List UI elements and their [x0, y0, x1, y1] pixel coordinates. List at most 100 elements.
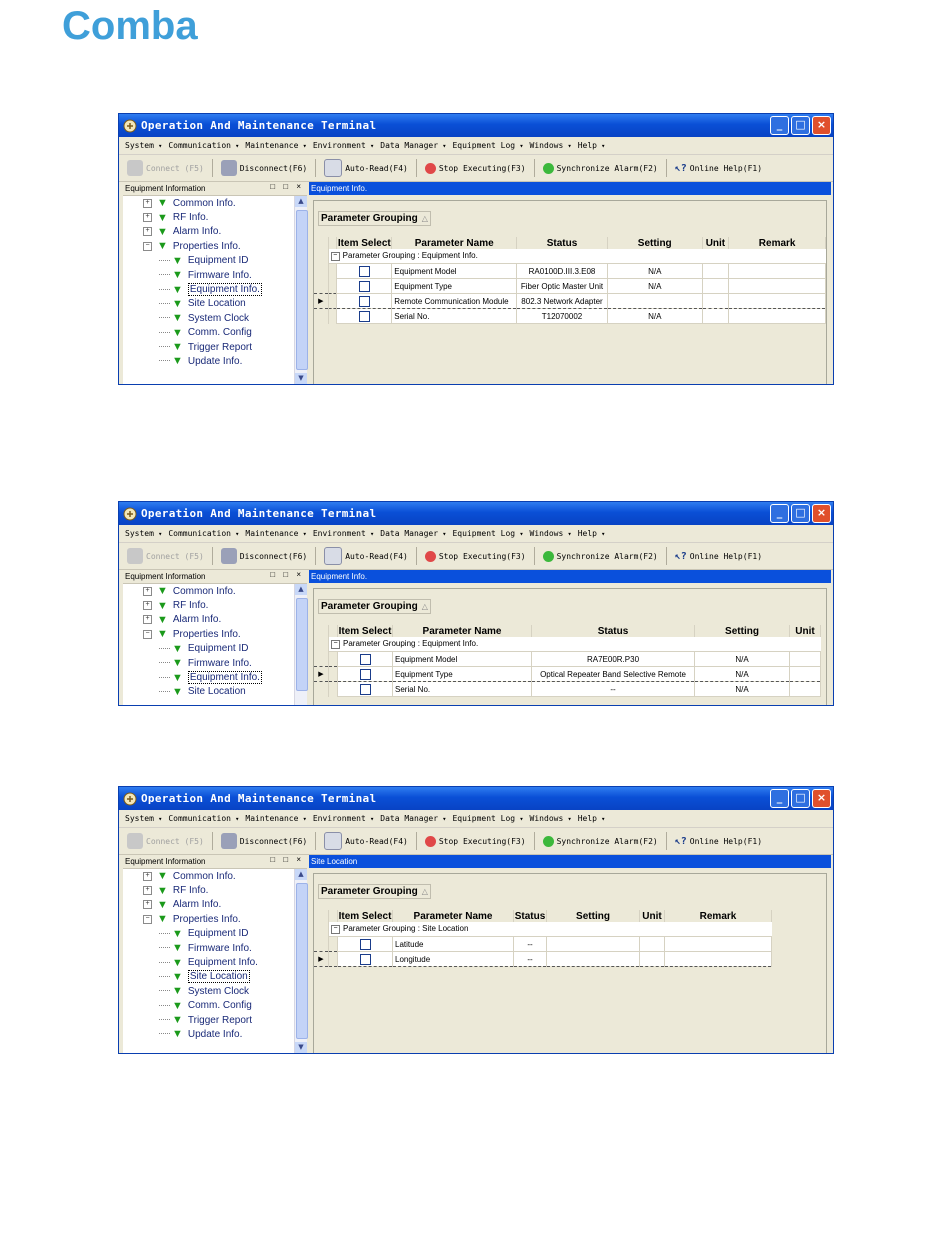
tree-item-equipment-id[interactable]: ▼ Equipment ID	[123, 927, 295, 941]
scroll-thumb[interactable]	[296, 210, 308, 370]
table-row[interactable]: ▶ Equipment Type Optical Repeater Band Se…	[314, 666, 821, 682]
table-row[interactable]: Equipment Model RA0100D.III.3.E08 N/A	[314, 263, 826, 279]
collapse-icon[interactable]: −	[143, 629, 152, 639]
col-parameter-name[interactable]: Parameter Name	[392, 625, 532, 637]
tree-item-alarm-info[interactable]: + ▼ Alarm Info.	[123, 225, 295, 239]
expand-icon[interactable]: +	[143, 871, 152, 881]
col-status[interactable]: Status	[516, 237, 608, 249]
menu-system[interactable]: System	[125, 529, 162, 538]
menu-environment[interactable]: Environment	[313, 141, 374, 150]
tree-scrollbar[interactable]: ▲	[294, 584, 308, 705]
item-checkbox[interactable]	[359, 938, 371, 950]
tree-item-firmware-info[interactable]: ▼ Firmware Info.	[123, 268, 295, 282]
col-status[interactable]: Status	[531, 625, 695, 637]
tree-item-trigger-report[interactable]: ▼ Trigger Report	[123, 1013, 295, 1027]
col-setting[interactable]: Setting	[607, 237, 703, 249]
online-help-button[interactable]: ↖? Online Help(F1)	[675, 836, 762, 847]
tree-item-site-location[interactable]: ▼ Site Location	[123, 297, 295, 311]
tree-item-update-info[interactable]: ▼ Update Info.	[123, 354, 295, 368]
scroll-down-icon[interactable]: ▼	[295, 373, 307, 384]
auto-read-button[interactable]: Auto-Read(F4)	[324, 547, 408, 565]
tree-item-comm-config[interactable]: ▼ Comm. Config	[123, 326, 295, 340]
expand-icon[interactable]: +	[143, 227, 152, 237]
synchronize-alarm-button[interactable]: Synchronize Alarm(F2)	[542, 835, 658, 847]
expand-icon[interactable]: +	[143, 586, 152, 596]
expand-icon[interactable]: +	[143, 213, 152, 223]
tree-item-properties-info[interactable]: − ▼ Properties Info.	[123, 912, 295, 926]
menu-windows[interactable]: Windows	[530, 814, 572, 823]
col-unit[interactable]: Unit	[639, 910, 665, 922]
tree-scrollbar[interactable]: ▲ ▼	[294, 196, 308, 384]
col-item-select[interactable]: Item Select	[337, 910, 393, 922]
col-unit[interactable]: Unit	[702, 237, 730, 249]
synchronize-alarm-button[interactable]: Synchronize Alarm(F2)	[542, 162, 658, 174]
synchronize-alarm-button[interactable]: Synchronize Alarm(F2)	[542, 550, 658, 562]
table-row[interactable]: ▶ Remote Communication Module 802.3 Netwo…	[314, 293, 826, 309]
item-checkbox[interactable]	[359, 668, 371, 680]
item-checkbox[interactable]	[359, 953, 371, 965]
item-checkbox[interactable]	[359, 653, 371, 665]
maximize-button[interactable]: □	[791, 789, 810, 808]
close-button[interactable]: ×	[812, 116, 831, 135]
col-remark[interactable]: Remark	[664, 910, 772, 922]
tree-item-comm-config[interactable]: ▼ Comm. Config	[123, 999, 295, 1013]
collapse-icon[interactable]: −	[330, 251, 340, 261]
col-unit[interactable]: Unit	[789, 625, 821, 637]
tree-item-common-info[interactable]: + ▼ Common Info.	[123, 584, 295, 598]
menu-help[interactable]: Help	[578, 529, 606, 538]
tree-item-update-info[interactable]: ▼ Update Info.	[123, 1027, 295, 1041]
collapse-icon[interactable]: −	[331, 639, 340, 649]
tree-item-site-location[interactable]: ▼ Site Location	[123, 970, 295, 984]
menu-equipment-log[interactable]: Equipment Log	[452, 529, 523, 538]
connect-button[interactable]: Connect (F5)	[127, 548, 204, 564]
tree-item-equipment-id[interactable]: ▼ Equipment ID	[123, 642, 295, 656]
menu-environment[interactable]: Environment	[313, 814, 374, 823]
scroll-up-icon[interactable]: ▲	[295, 869, 307, 880]
col-status[interactable]: Status	[513, 910, 547, 922]
tree-item-equipment-id[interactable]: ▼ Equipment ID	[123, 254, 295, 268]
disconnect-button[interactable]: Disconnect(F6)	[220, 548, 307, 564]
tree-item-properties-info[interactable]: − ▼ Properties Info.	[123, 627, 295, 641]
menu-data-manager[interactable]: Data Manager	[380, 529, 446, 538]
disconnect-button[interactable]: Disconnect(F6)	[220, 833, 307, 849]
stop-executing-button[interactable]: Stop Executing(F3)	[424, 162, 526, 174]
group-by-box[interactable]: Parameter Grouping △	[318, 884, 431, 899]
collapse-icon[interactable]: −	[143, 241, 152, 251]
col-item-select[interactable]: Item Select	[336, 237, 393, 249]
col-setting[interactable]: Setting	[546, 910, 640, 922]
close-button[interactable]: ×	[812, 504, 831, 523]
expand-icon[interactable]: +	[143, 886, 152, 896]
maximize-button[interactable]: □	[791, 504, 810, 523]
item-checkbox[interactable]	[358, 310, 370, 322]
scroll-down-icon[interactable]: ▼	[295, 1042, 307, 1053]
tree-item-properties-info[interactable]: − ▼ Properties Info.	[123, 239, 295, 253]
item-checkbox[interactable]	[358, 280, 370, 292]
table-row[interactable]: Latitude --	[314, 936, 772, 952]
col-remark[interactable]: Remark	[728, 237, 826, 249]
tree-item-alarm-info[interactable]: + ▼ Alarm Info.	[123, 898, 295, 912]
online-help-button[interactable]: ↖? Online Help(F1)	[675, 551, 762, 562]
menu-maintenance[interactable]: Maintenance	[245, 141, 306, 150]
connect-button[interactable]: Connect (F5)	[127, 160, 204, 176]
minimize-button[interactable]: _	[770, 116, 789, 135]
tree-item-system-clock[interactable]: ▼ System Clock	[123, 311, 295, 325]
auto-read-button[interactable]: Auto-Read(F4)	[324, 832, 408, 850]
expand-icon[interactable]: +	[143, 900, 152, 910]
table-row[interactable]: Serial No. -- N/A	[314, 681, 821, 697]
tree-scrollbar[interactable]: ▲ ▼	[294, 869, 308, 1053]
item-checkbox[interactable]	[358, 265, 370, 277]
disconnect-button[interactable]: Disconnect(F6)	[220, 160, 307, 176]
stop-executing-button[interactable]: Stop Executing(F3)	[424, 550, 526, 562]
menu-windows[interactable]: Windows	[530, 141, 572, 150]
menu-equipment-log[interactable]: Equipment Log	[452, 814, 523, 823]
online-help-button[interactable]: ↖? Online Help(F1)	[675, 163, 762, 174]
menu-windows[interactable]: Windows	[530, 529, 572, 538]
col-parameter-name[interactable]: Parameter Name	[392, 910, 514, 922]
maximize-button[interactable]: □	[791, 116, 810, 135]
scroll-thumb[interactable]	[296, 598, 308, 691]
menu-communication[interactable]: Communication	[168, 529, 239, 538]
expand-icon[interactable]: +	[143, 615, 152, 625]
scroll-up-icon[interactable]: ▲	[295, 584, 307, 595]
group-by-box[interactable]: Parameter Grouping △	[318, 211, 431, 226]
tree-item-equipment-info[interactable]: ▼ Equipment Info.	[123, 955, 295, 969]
